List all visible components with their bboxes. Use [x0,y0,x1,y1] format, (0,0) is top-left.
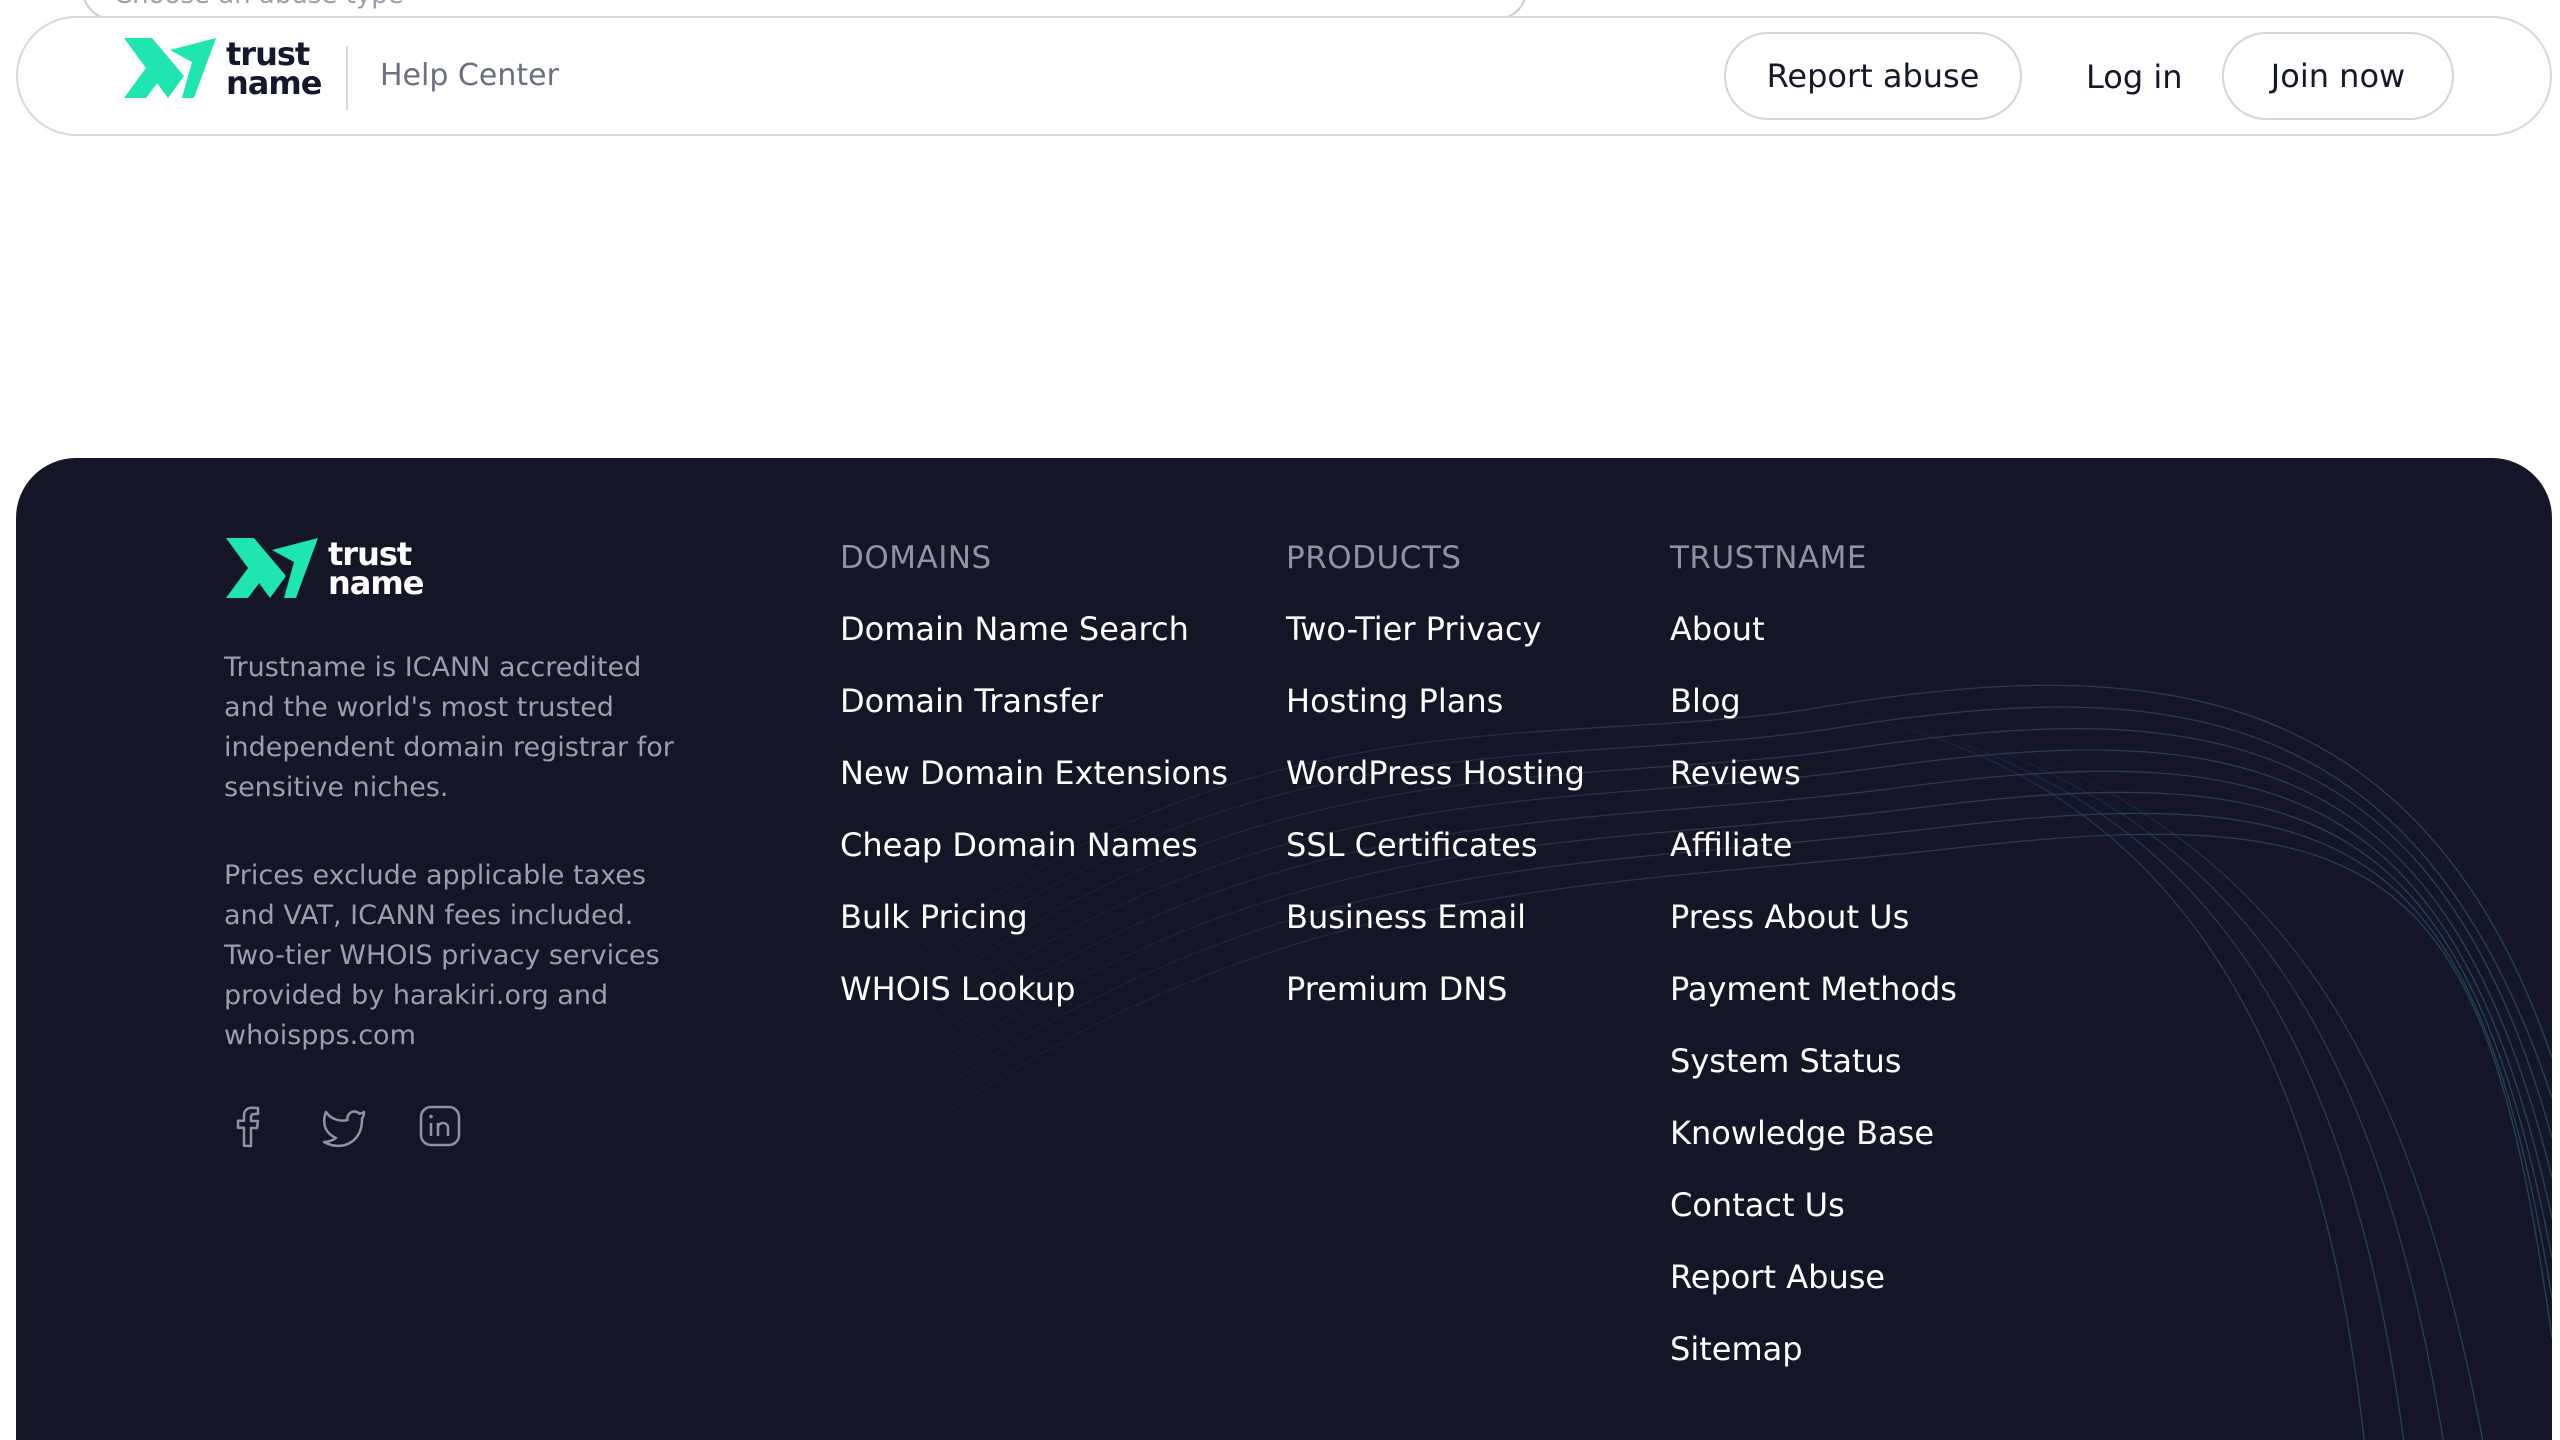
footer-link-system-status[interactable]: System Status [1670,1042,1901,1080]
company-description: Trustname is ICANN accredited and the wo… [224,652,674,803]
site-footer: trust name Trustname is ICANN accredited… [16,458,2552,1440]
header-divider [346,46,348,110]
footer-link-domain-transfer[interactable]: Domain Transfer [840,682,1103,720]
header-logo[interactable]: trust name [122,35,322,102]
footer-link-two-tier-privacy[interactable]: Two-Tier Privacy [1286,610,1542,648]
footer-link-payment-methods[interactable]: Payment Methods [1670,970,1957,1008]
logo-wordmark: trust name [328,535,424,602]
footer-link-wordpress-hosting[interactable]: WordPress Hosting [1286,754,1585,792]
footer-link-domain-name-search[interactable]: Domain Name Search [840,610,1189,648]
column-title: DOMAINS [840,540,992,576]
pricing-disclaimer: Prices exclude applicable taxes and VAT,… [224,860,660,1051]
join-now-button[interactable]: Join now [2222,32,2454,120]
footer-link-press-about-us[interactable]: Press About Us [1670,898,1909,936]
footer-link-new-domain-extensions[interactable]: New Domain Extensions [840,754,1228,792]
footer-link-blog[interactable]: Blog [1670,682,1741,720]
login-link[interactable]: Log in [2086,58,2183,96]
twitter-icon[interactable] [320,1102,368,1150]
footer-link-premium-dns[interactable]: Premium DNS [1286,970,1507,1008]
footer-link-affiliate[interactable]: Affiliate [1670,826,1792,864]
column-title: TRUSTNAME [1670,540,1868,576]
trustname-logo-icon [124,38,216,98]
report-abuse-button[interactable]: Report abuse [1724,32,2022,120]
footer-link-knowledge-base[interactable]: Knowledge Base [1670,1114,1934,1152]
footer-link-sitemap[interactable]: Sitemap [1670,1330,1803,1368]
footer-link-ssl-certificates[interactable]: SSL Certificates [1286,826,1538,864]
linkedin-icon[interactable] [416,1102,464,1150]
footer-link-report-abuse[interactable]: Report Abuse [1670,1258,1885,1296]
abuse-type-placeholder: Choose an abuse type [114,0,404,10]
footer-link-cheap-domain-names[interactable]: Cheap Domain Names [840,826,1198,864]
footer-link-contact-us[interactable]: Contact Us [1670,1186,1845,1224]
facebook-icon[interactable] [224,1102,272,1150]
trustname-logo-icon [226,538,318,598]
footer-link-whois-lookup[interactable]: WHOIS Lookup [840,970,1075,1008]
footer-link-about[interactable]: About [1670,610,1765,648]
footer-link-hosting-plans[interactable]: Hosting Plans [1286,682,1503,720]
social-links [224,1102,464,1150]
logo-wordmark: trust name [226,35,322,102]
help-center-link[interactable]: Help Center [380,58,559,93]
site-header: trust name Help Center Report abuse Log … [16,16,2552,136]
footer-column-products: PRODUCTS Two-Tier Privacy Hosting Plans … [1286,540,1585,1042]
footer-link-business-email[interactable]: Business Email [1286,898,1526,936]
footer-column-trustname: TRUSTNAME About Blog Reviews Affiliate P… [1670,540,1957,1402]
column-title: PRODUCTS [1286,540,1462,576]
footer-link-bulk-pricing[interactable]: Bulk Pricing [840,898,1028,936]
footer-logo[interactable]: trust name [224,535,424,602]
footer-column-domains: DOMAINS Domain Name Search Domain Transf… [840,540,1228,1042]
footer-link-reviews[interactable]: Reviews [1670,754,1801,792]
